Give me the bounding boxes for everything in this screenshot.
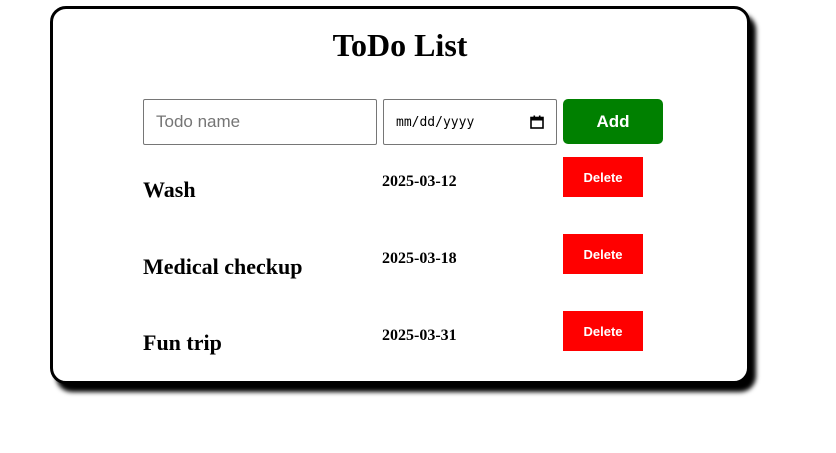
todo-item-date: 2025-03-31 [382,327,457,344]
todo-item-date: 2025-03-18 [382,250,457,267]
todo-card: ToDo List mm/dd/yyyy Add Wash 2025-03-12… [50,6,750,384]
page-title: ToDo List [332,27,468,63]
todo-item: Medical checkup 2025-03-18 Delete [143,233,663,283]
calendar-icon[interactable] [530,115,544,129]
todo-date-input[interactable]: mm/dd/yyyy [383,99,557,145]
todo-item-date: 2025-03-12 [382,173,457,190]
delete-button[interactable]: Delete [563,157,643,197]
todo-item: Fun trip 2025-03-31 Delete [143,310,663,360]
todo-item-name: Medical checkup [143,254,303,279]
todo-item-name: Fun trip [143,330,222,355]
todo-item: Wash 2025-03-12 Delete [143,156,663,206]
date-placeholder: mm/dd/yyyy [396,114,475,130]
add-button[interactable]: Add [563,99,663,144]
todo-name-input[interactable] [143,99,377,145]
todo-item-name: Wash [143,177,196,202]
delete-button[interactable]: Delete [563,311,643,351]
delete-button[interactable]: Delete [563,234,643,274]
